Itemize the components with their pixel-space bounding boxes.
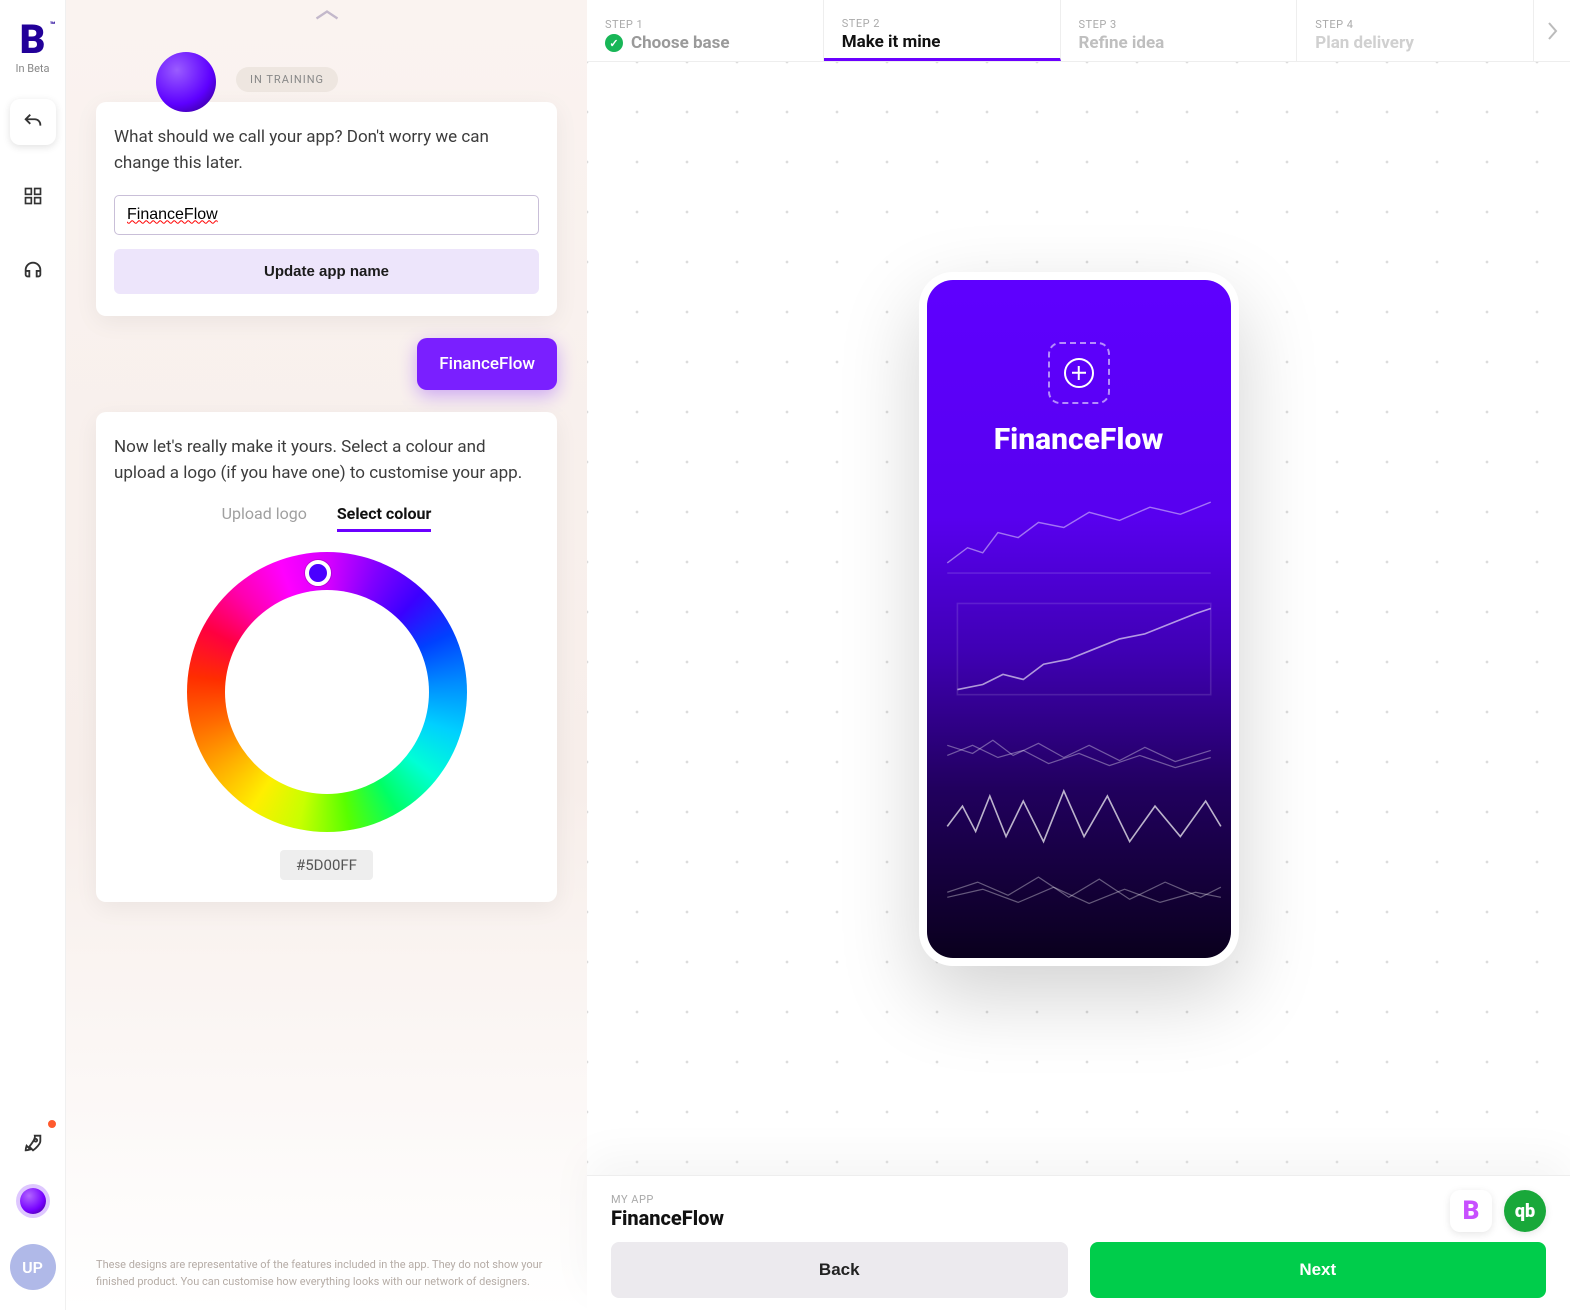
builder-logo-icon: B [1450, 1190, 1492, 1232]
left-rail: B™ In Beta UP [0, 0, 66, 1310]
brand-logo: B™ [20, 20, 46, 60]
chevron-right-icon [1546, 21, 1558, 41]
assistant-orb-icon [156, 52, 216, 112]
apps-button[interactable] [10, 173, 56, 219]
step-title: Make it mine [842, 32, 941, 52]
preview-app-title: FinanceFlow [994, 422, 1164, 457]
tab-select-colour[interactable]: Select colour [337, 504, 432, 532]
theme-orb[interactable] [20, 1188, 46, 1214]
brand-mark: B [20, 16, 46, 63]
inner-picker-handle[interactable] [318, 683, 336, 701]
disclaimer-text: These designs are representative of the … [96, 1257, 557, 1290]
launch-button[interactable] [10, 1120, 56, 1166]
support-button[interactable] [10, 247, 56, 293]
avatar-initials: UP [22, 1258, 43, 1277]
customise-tabs: Upload logo Select colour [114, 504, 539, 532]
hue-picker-handle[interactable] [305, 560, 331, 586]
chevron-up-icon [313, 8, 341, 22]
check-icon: ✓ [605, 34, 623, 52]
user-message: FinanceFlow [417, 338, 557, 390]
notification-dot [46, 1118, 58, 1130]
update-name-button[interactable]: Update app name [114, 249, 539, 294]
undo-icon [22, 111, 44, 133]
brand-subtitle: In Beta [15, 62, 49, 75]
add-logo-placeholder[interactable] [1048, 342, 1110, 404]
chat-panel: IN TRAINING What should we call your app… [66, 0, 587, 1310]
step-title: Plan delivery [1315, 33, 1414, 53]
step-label: STEP 1 [605, 18, 805, 31]
hue-ring[interactable] [187, 552, 467, 832]
footer-logos: B qb [1450, 1190, 1546, 1232]
tab-upload-logo[interactable]: Upload logo [222, 504, 307, 532]
step-title: Choose base [631, 33, 730, 53]
assistant-header: IN TRAINING [96, 32, 557, 92]
decorative-charts-icon [927, 492, 1231, 918]
customise-card: Now let's really make it yours. Select a… [96, 412, 557, 903]
step-title: Refine idea [1079, 33, 1165, 53]
plus-circle-icon [1064, 358, 1094, 388]
hex-value[interactable]: #5D00FF [280, 850, 373, 880]
preview-canvas[interactable]: FinanceFlow [587, 62, 1570, 1175]
colour-prompt: Now let's really make it yours. Select a… [114, 434, 539, 487]
footer-label: MY APP [611, 1193, 1450, 1206]
step-label: STEP 4 [1315, 18, 1515, 31]
app-name-card: What should we call your app? Don't worr… [96, 102, 557, 316]
quickbooks-logo-icon: qb [1504, 1190, 1546, 1232]
user-avatar[interactable]: UP [10, 1244, 56, 1290]
next-button[interactable]: Next [1090, 1242, 1547, 1298]
grid-icon [23, 186, 43, 206]
phone-screen: FinanceFlow [927, 280, 1231, 958]
stepper: STEP 1 ✓ Choose base STEP 2 Make it mine… [587, 0, 1570, 62]
collapse-handle[interactable] [96, 0, 557, 22]
footer-bar: MY APP FinanceFlow B qb Back Next [587, 1175, 1570, 1310]
rocket-icon [22, 1132, 44, 1154]
main-area: STEP 1 ✓ Choose base STEP 2 Make it mine… [587, 0, 1570, 1310]
headset-icon [22, 259, 44, 281]
footer-info: MY APP FinanceFlow [611, 1193, 1450, 1230]
training-badge: IN TRAINING [236, 67, 338, 92]
phone-frame: FinanceFlow [919, 272, 1239, 966]
step-label: STEP 3 [1079, 18, 1279, 31]
brand-tm: ™ [50, 22, 56, 31]
back-button[interactable]: Back [611, 1242, 1068, 1298]
step-refine-idea[interactable]: STEP 3 Refine idea [1061, 0, 1298, 61]
step-choose-base[interactable]: STEP 1 ✓ Choose base [587, 0, 824, 61]
app-name-input[interactable] [114, 195, 539, 235]
footer-title: FinanceFlow [611, 1206, 1450, 1230]
step-plan-delivery[interactable]: STEP 4 Plan delivery [1297, 0, 1534, 61]
stepper-next[interactable] [1534, 0, 1570, 61]
name-prompt: What should we call your app? Don't worr… [114, 124, 539, 177]
step-make-it-mine[interactable]: STEP 2 Make it mine [824, 0, 1061, 61]
undo-button[interactable] [10, 99, 56, 145]
step-label: STEP 2 [842, 17, 1042, 30]
colour-picker: #5D00FF [114, 552, 539, 880]
saturation-disc[interactable] [245, 610, 409, 774]
